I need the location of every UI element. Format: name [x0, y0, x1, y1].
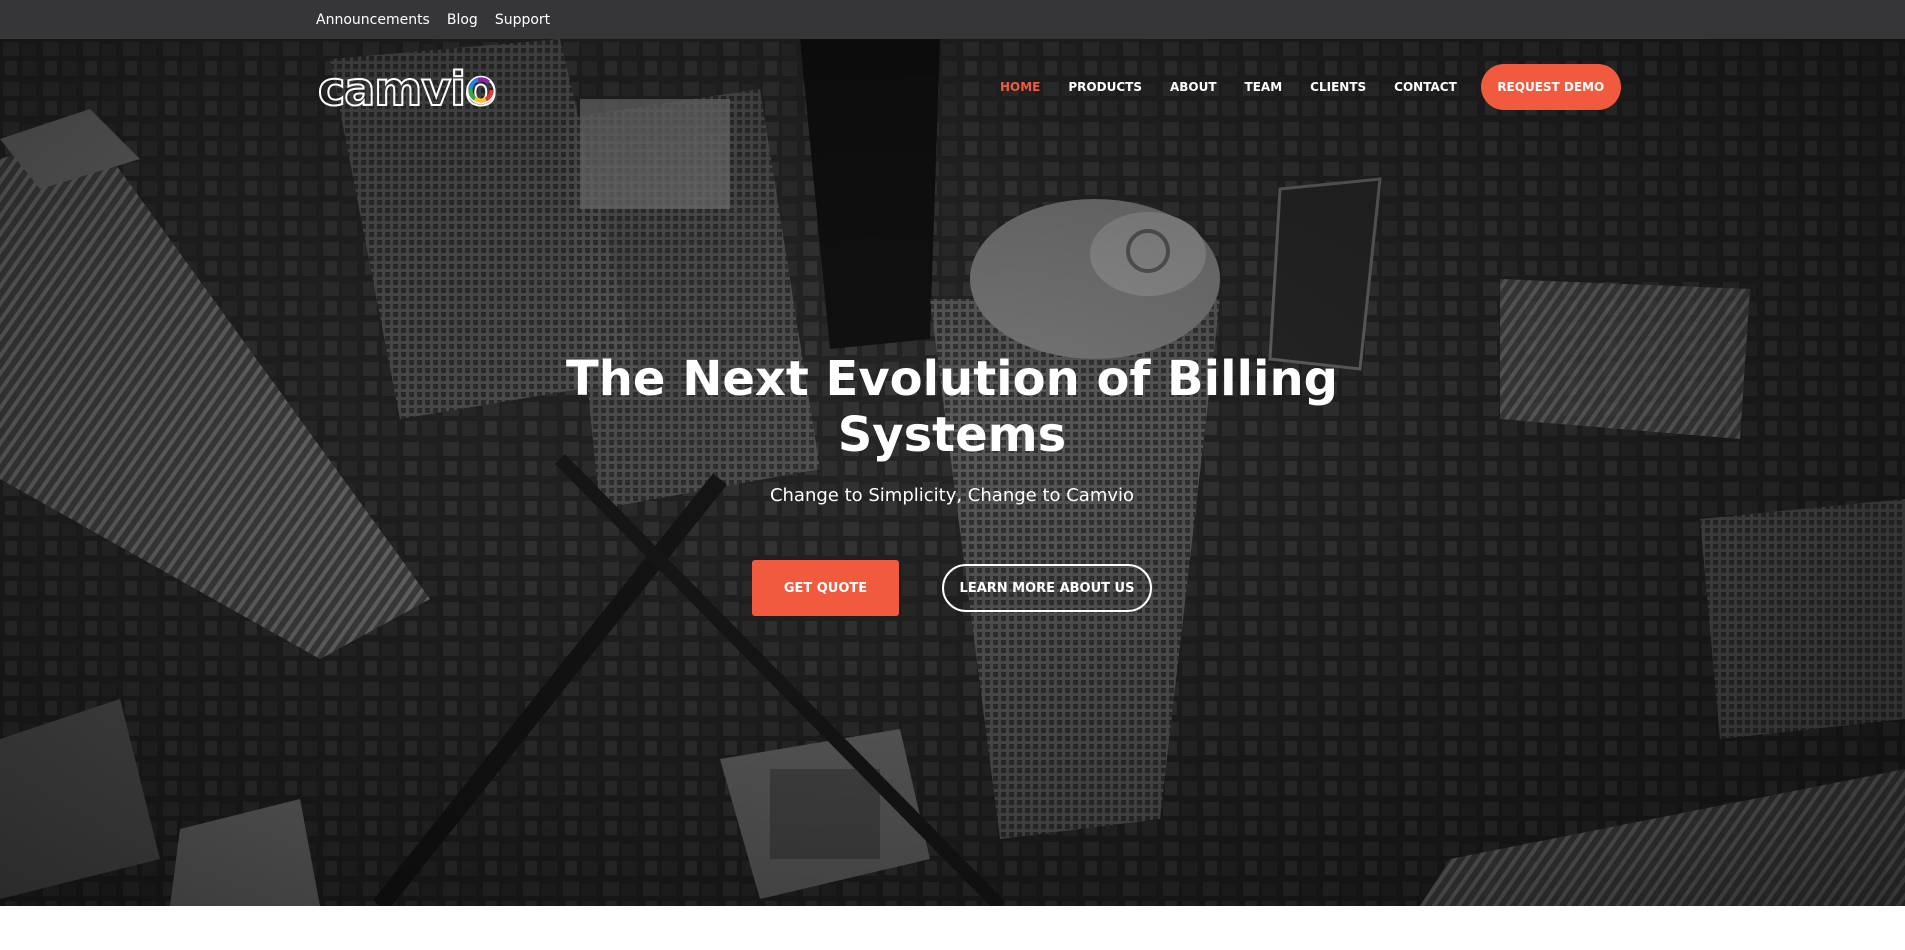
nav-products[interactable]: PRODUCTS [1068, 80, 1142, 94]
hero-title: The Next Evolution of Billing Systems [566, 351, 1338, 463]
nav-contact[interactable]: CONTACT [1394, 80, 1457, 94]
main-navigation: HOME PRODUCTS ABOUT TEAM CLIENTS CONTACT… [1000, 63, 1621, 111]
announcements-link[interactable]: Announcements [316, 12, 430, 28]
support-link[interactable]: Support [495, 12, 550, 28]
get-quote-button[interactable]: GET QUOTE [752, 560, 899, 616]
color-wheel-logo-icon [466, 75, 496, 105]
request-demo-button[interactable]: REQUEST DEMO [1480, 64, 1621, 110]
hero-dark-overlay [0, 39, 1905, 906]
top-utility-bar: Announcements Blog Support [0, 0, 1905, 39]
utility-links: Announcements Blog Support [316, 0, 550, 39]
hero-section: camvio HOME PRODUCTS ABOUT TEAM CLIENTS … [0, 39, 1905, 906]
camvio-logo[interactable]: camvio [317, 64, 500, 114]
nav-home[interactable]: HOME [1000, 80, 1040, 94]
nav-about[interactable]: ABOUT [1170, 80, 1217, 94]
hero-subtitle: Change to Simplicity, Change to Camvio [769, 485, 1135, 506]
nav-clients[interactable]: CLIENTS [1310, 80, 1366, 94]
learn-more-button[interactable]: LEARN MORE ABOUT US [942, 564, 1152, 612]
nav-team[interactable]: TEAM [1245, 80, 1283, 94]
blog-link[interactable]: Blog [447, 12, 478, 28]
